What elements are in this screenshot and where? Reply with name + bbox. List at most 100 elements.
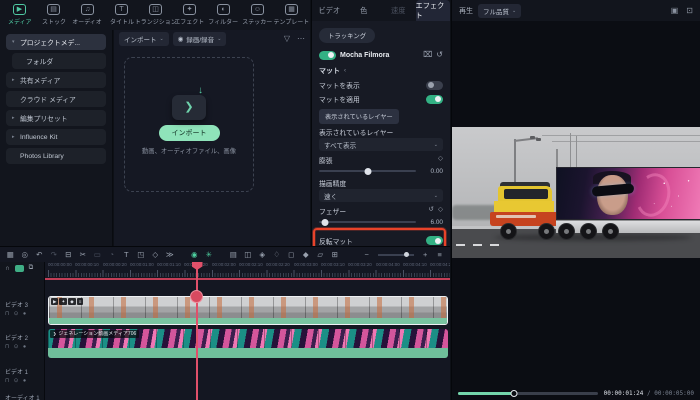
video2-clip[interactable]: ❯ ジェネレーション動画メディア706 xyxy=(48,329,448,358)
menu-item-label: フィルター xyxy=(209,16,239,25)
menu-item[interactable]: ◐ フィルター xyxy=(207,2,240,30)
reset-icon[interactable]: ↺ xyxy=(436,51,443,59)
zoom-in-icon[interactable]: + xyxy=(418,247,433,262)
clip-audio-band xyxy=(48,348,448,358)
menu-item[interactable]: ✦ エフェクト xyxy=(173,2,206,30)
import-button[interactable]: インポート xyxy=(159,125,220,141)
toolbar-icon[interactable]: ◈ xyxy=(255,247,270,262)
eye-icon[interactable]: ⊙ xyxy=(14,311,19,317)
video3-clip-selected[interactable]: ▶✦◆≡ xyxy=(48,296,448,325)
menu-item-icon: ◫ xyxy=(149,4,162,15)
toolbar-icon[interactable]: ♢ xyxy=(270,247,285,262)
tracking-button[interactable]: トラッキング xyxy=(319,28,375,43)
reset-icon[interactable]: ↺ xyxy=(429,207,434,214)
effects-tab[interactable]: 色 xyxy=(347,0,382,21)
timeline-ruler[interactable]: 00:00:00:0000:00:00:1000:00:00:2000:00:0… xyxy=(45,262,450,278)
toolbar-icon[interactable]: ◫ xyxy=(241,247,256,262)
eye-icon[interactable]: ⊙ xyxy=(14,378,19,384)
toolbar-icon[interactable]: ◳ xyxy=(134,247,149,262)
toolbar-icon[interactable]: ◎ xyxy=(18,247,33,262)
seek-knob[interactable] xyxy=(510,390,517,397)
lock-icon[interactable]: ⊓ xyxy=(5,311,9,317)
toolbar-icon[interactable]: ⊟ xyxy=(61,247,76,262)
import-dropdown[interactable]: インポート ⌄ xyxy=(119,32,169,46)
record-dropdown[interactable]: ◉ 録画/録音 ⌄ xyxy=(173,32,227,46)
effects-tab[interactable]: エフェクト xyxy=(416,0,451,21)
toolbar-icon[interactable]: ▭ xyxy=(90,247,105,262)
track-header-audio1: オーディオ 1 ⊓ ⊙ xyxy=(5,393,40,400)
magnet-icon[interactable]: ∩ xyxy=(5,265,10,272)
keyframe-diamond-icon[interactable]: ◇ xyxy=(438,156,443,163)
toolbar-icon[interactable]: ✂ xyxy=(76,247,91,262)
menu-item[interactable]: ♫ オーディオ xyxy=(71,2,104,30)
toolbar-icon[interactable]: ◔ xyxy=(105,247,120,262)
sidebar-item[interactable]: ▾ プロジェクトメデ... xyxy=(6,34,106,50)
toolbar-icon[interactable]: ⊞ xyxy=(328,247,343,262)
toolbar-icon[interactable]: ◉ xyxy=(187,247,202,262)
sidebar-item[interactable]: フォルダ xyxy=(12,53,106,69)
layers-select[interactable]: すべて表示 ⌄ xyxy=(319,138,443,151)
plugin-enable-toggle[interactable] xyxy=(319,51,336,60)
timeline-zoom-slider[interactable] xyxy=(378,254,414,256)
mute-icon[interactable]: ● xyxy=(23,311,26,317)
toolbar-icon[interactable]: ↶ xyxy=(32,247,47,262)
invert-matte-toggle[interactable] xyxy=(426,236,443,245)
precision-select[interactable]: 速く ⌄ xyxy=(319,189,443,202)
display-settings-icon[interactable]: ▣ xyxy=(671,6,679,15)
toolbar-icon[interactable]: T xyxy=(119,247,134,262)
toolbar-icon[interactable]: ▦ xyxy=(3,247,18,262)
feather-slider[interactable] xyxy=(319,218,416,227)
sidebar-item[interactable]: ▸ 編集プリセット xyxy=(6,110,106,126)
menu-item-icon: ♫ xyxy=(81,4,94,15)
snapshot-icon[interactable]: ⊡ xyxy=(686,6,693,15)
lane-marking xyxy=(456,244,502,246)
video-viewport[interactable] xyxy=(452,127,700,258)
toolbar-icon[interactable]: ◆ xyxy=(299,247,314,262)
track-manager-icon[interactable]: ≡ xyxy=(433,247,448,262)
quality-dropdown[interactable]: フル品質 ⌄ xyxy=(478,4,521,18)
expand-slider[interactable] xyxy=(319,167,416,176)
menu-item[interactable]: ☺ ステッカー xyxy=(241,2,274,30)
effects-tab[interactable]: 速度 xyxy=(381,0,416,21)
show-matte-toggle[interactable] xyxy=(426,81,443,90)
toolbar-icon[interactable]: ✳ xyxy=(202,247,217,262)
link-clips-icon[interactable]: ⧉ xyxy=(29,264,34,272)
tracking-point-marker[interactable] xyxy=(190,290,203,303)
sidebar-item[interactable]: Photos Library xyxy=(6,148,106,164)
menu-item[interactable]: ▤ ストック xyxy=(37,2,70,30)
sidebar-item[interactable]: ▸ 共有メディア xyxy=(6,72,106,88)
sidebar-item[interactable]: ▸ Influence Kit xyxy=(6,129,106,145)
mute-icon[interactable]: ● xyxy=(23,344,26,350)
lock-icon[interactable]: ⊓ xyxy=(5,344,9,350)
menu-item[interactable]: ▶ メディア xyxy=(3,2,36,30)
trash-icon[interactable]: ⌧ xyxy=(423,51,432,59)
collapse-icon[interactable]: ‹ xyxy=(344,68,346,74)
zoom-out-icon[interactable]: − xyxy=(360,247,375,262)
toolbar-icon[interactable]: ▱ xyxy=(313,247,328,262)
sidebar-item-label: プロジェクトメデ... xyxy=(20,37,80,47)
toolbar-icon[interactable]: ↷ xyxy=(47,247,62,262)
more-icon[interactable]: ⋯ xyxy=(297,34,305,43)
toolbar-icon[interactable]: ▤ xyxy=(226,247,241,262)
eye-icon[interactable]: ⊙ xyxy=(14,344,19,350)
apply-matte-toggle[interactable] xyxy=(426,95,443,104)
playhead[interactable] xyxy=(196,262,198,400)
record-icon: ◉ xyxy=(178,35,184,43)
menu-item[interactable]: ▦ テンプレート xyxy=(275,2,308,30)
mute-icon[interactable]: ● xyxy=(23,378,26,384)
auto-ripple-icon[interactable] xyxy=(15,265,24,272)
import-dropzone[interactable]: ❯ ↓ インポート 動画、オーディオファイル、画像 xyxy=(124,57,254,192)
lock-icon[interactable]: ⊓ xyxy=(5,378,9,384)
keyframe-diamond-icon[interactable]: ◇ xyxy=(438,207,443,214)
filter-icon[interactable]: ▽ xyxy=(284,34,290,43)
menu-item[interactable]: T タイトル xyxy=(105,2,138,30)
sidebar-item[interactable]: クラウド メディア xyxy=(6,91,106,107)
menu-item[interactable]: ◫ トランジション xyxy=(139,2,172,30)
toolbar-icon[interactable]: ◇ xyxy=(148,247,163,262)
seek-bar[interactable] xyxy=(458,392,598,395)
visible-layers-button[interactable]: 表示されているレイヤー xyxy=(319,109,399,124)
precision-label: 描画精度 xyxy=(319,178,346,188)
toolbar-icon[interactable]: ≫ xyxy=(163,247,178,262)
toolbar-icon[interactable]: ◻ xyxy=(284,247,299,262)
effects-tab[interactable]: ビデオ xyxy=(312,0,347,21)
